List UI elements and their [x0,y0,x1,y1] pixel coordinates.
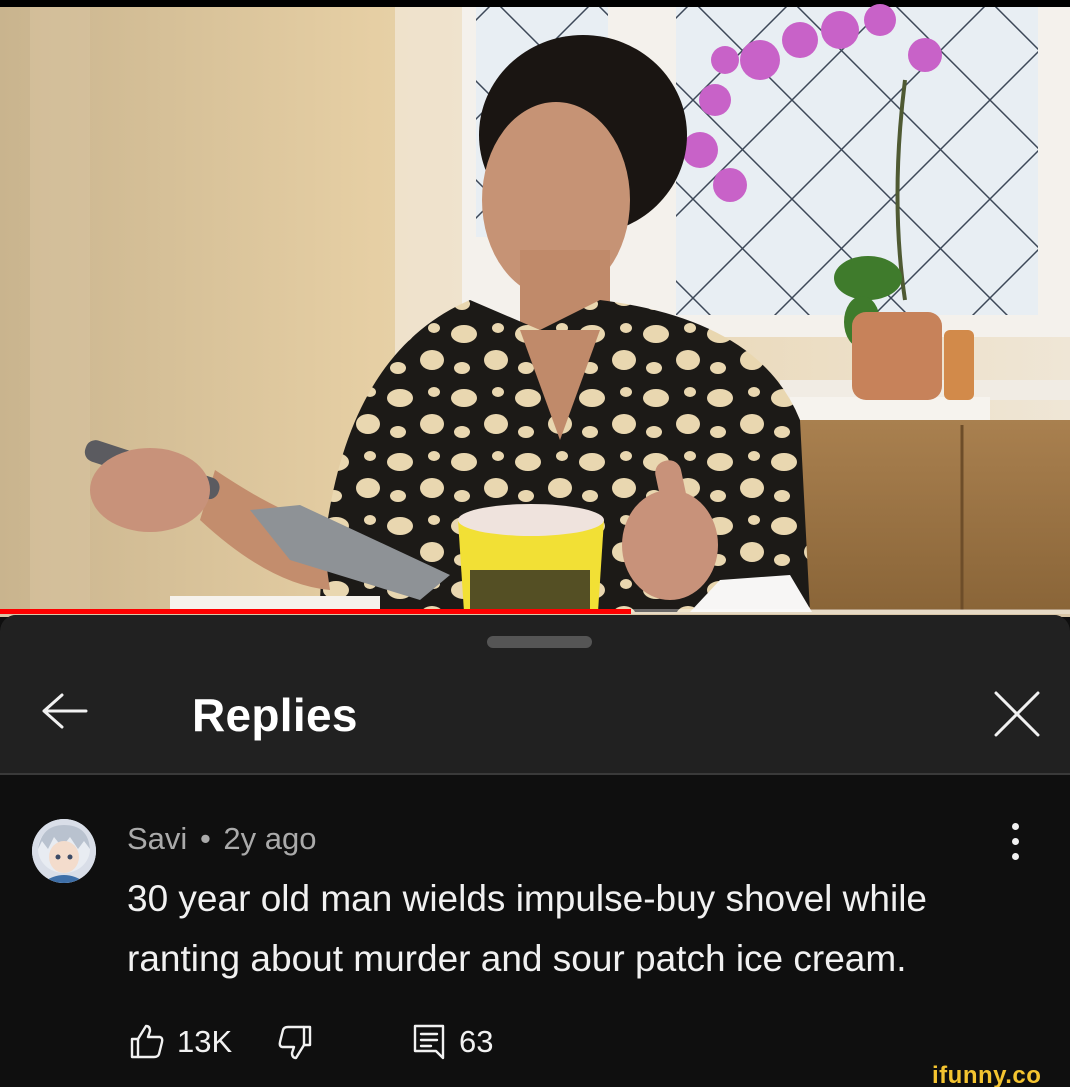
reply-count: 63 [459,1024,494,1059]
replies-header: Replies [0,615,1070,775]
comment-item: Savi • 2y ago 30 year old man wields imp… [0,775,1070,1087]
comment-actions: 13K 63 [127,1020,647,1064]
thumbs-up-icon [130,1024,164,1059]
avatar[interactable] [32,819,96,883]
more-vertical-icon [1012,823,1019,830]
like-button[interactable]: 13K [127,1020,232,1064]
close-icon [994,691,1040,737]
video-player[interactable] [0,0,1070,617]
close-button[interactable] [988,685,1046,743]
like-count: 13K [177,1024,233,1059]
comment-meta: Savi • 2y ago [127,821,317,857]
comment-age: 2y ago [223,821,317,856]
thumbs-down-icon [278,1025,312,1060]
arrow-left-icon [42,693,88,729]
avatar-image [32,819,96,883]
video-frame-image [0,0,1070,612]
comment-icon [413,1024,445,1060]
drag-handle[interactable] [487,636,592,648]
meta-separator: • [199,821,211,856]
more-options-button[interactable] [1000,819,1030,865]
dislike-button[interactable] [275,1020,315,1064]
comment-author[interactable]: Savi [127,821,187,856]
back-button[interactable] [36,687,92,735]
video-progress-fill [0,609,632,614]
more-vertical-icon-dot [1012,853,1019,860]
more-vertical-icon-dot [1012,838,1019,845]
video-progress-bar[interactable] [0,609,1070,614]
watermark-logo: ifunny.co [932,1062,1042,1087]
comment-text: 30 year old man wields impulse-buy shove… [127,878,927,979]
panel-title: Replies [192,689,358,741]
reply-button[interactable]: 63 [409,1020,493,1064]
replies-panel: Replies Savi • 2y ago 30 year old man wi… [0,615,1070,1087]
